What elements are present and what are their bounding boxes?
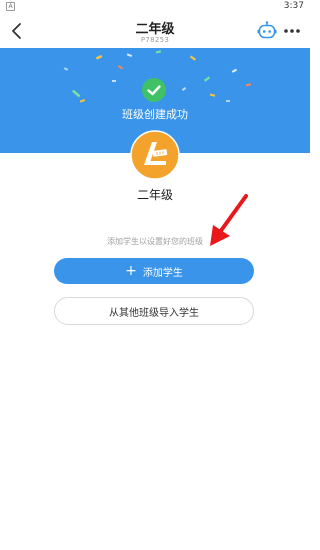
- plus-icon: +: [125, 263, 137, 279]
- add-student-label: 添加学生: [142, 267, 183, 279]
- checkmark-icon: [147, 85, 161, 96]
- notification-icon: A: [6, 2, 15, 11]
- add-student-button[interactable]: + 添加学生: [54, 258, 254, 284]
- more-dots-icon: [284, 29, 300, 33]
- class-avatar: [130, 130, 180, 180]
- import-students-button[interactable]: 从其他班级导入学生: [54, 297, 254, 325]
- success-check: [142, 78, 166, 102]
- import-students-label: 从其他班级导入学生: [109, 307, 199, 319]
- status-bar: A 3:37: [0, 0, 310, 14]
- class-logo-icon: [130, 130, 180, 180]
- more-button[interactable]: [282, 22, 302, 40]
- status-time: 3:37: [283, 1, 304, 11]
- hint-text: 添加学生以设置好您的班级: [107, 237, 203, 246]
- class-name: 二年级: [136, 188, 173, 202]
- success-message: 班级创建成功: [122, 108, 188, 121]
- nav-bar: 二年级 P78253: [0, 14, 310, 48]
- red-arrow-annotation: [210, 194, 248, 246]
- robot-icon: [257, 21, 277, 39]
- robot-button[interactable]: [256, 20, 278, 42]
